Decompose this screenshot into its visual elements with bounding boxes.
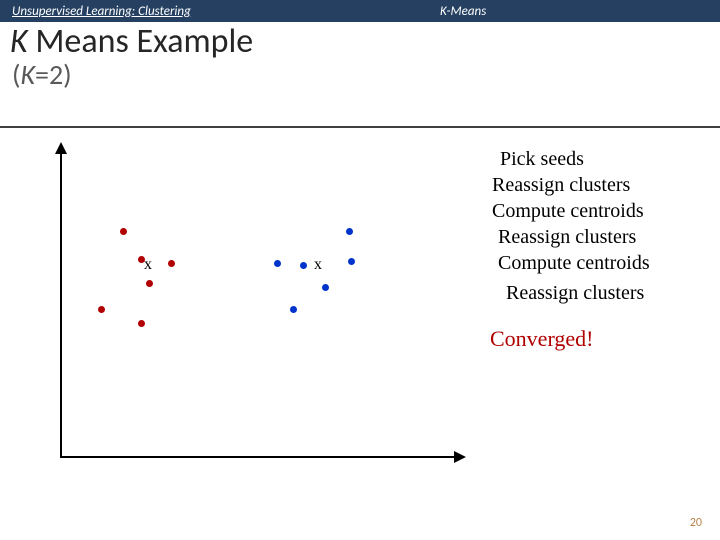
header-bar: Unsupervised Learning: Clustering K-Mean… — [0, 0, 720, 22]
step-converged: Converged! — [490, 326, 593, 352]
breadcrumb-left: Unsupervised Learning: Clustering — [0, 4, 191, 19]
x-axis-arrow-icon — [454, 451, 466, 463]
page-subtitle: (K=2) — [10, 60, 720, 89]
data-point — [348, 258, 355, 265]
y-axis — [60, 148, 62, 458]
breadcrumb-right: K-Means — [440, 4, 486, 19]
title-block: K Means Example (K=2) — [0, 22, 720, 89]
step-reassign-2: Reassign clusters — [498, 226, 636, 249]
data-point — [300, 262, 307, 269]
step-reassign-1: Reassign clusters — [492, 174, 630, 197]
page-title: K Means Example — [10, 24, 720, 60]
page-number: 20 — [690, 516, 702, 530]
step-compute-1: Compute centroids — [492, 200, 644, 223]
data-point — [98, 306, 105, 313]
sub-k-italic: K — [21, 57, 36, 92]
scatter-plot: x x — [60, 148, 460, 468]
step-reassign-3: Reassign clusters — [506, 282, 644, 305]
sub-open: ( — [12, 57, 21, 92]
y-axis-arrow-icon — [55, 142, 67, 154]
data-point — [146, 280, 153, 287]
data-point — [120, 228, 127, 235]
x-axis — [60, 456, 460, 458]
data-point — [290, 306, 297, 313]
data-point — [322, 284, 329, 291]
centroid-marker-2: x — [314, 256, 322, 274]
step-compute-2: Compute centroids — [498, 252, 650, 275]
sub-rest: =2) — [35, 57, 72, 92]
centroid-marker-1: x — [144, 256, 152, 274]
data-point — [346, 228, 353, 235]
step-pick-seeds: Pick seeds — [500, 148, 584, 171]
data-point — [168, 260, 175, 267]
data-point — [274, 260, 281, 267]
data-point — [138, 320, 145, 327]
divider — [0, 126, 720, 128]
